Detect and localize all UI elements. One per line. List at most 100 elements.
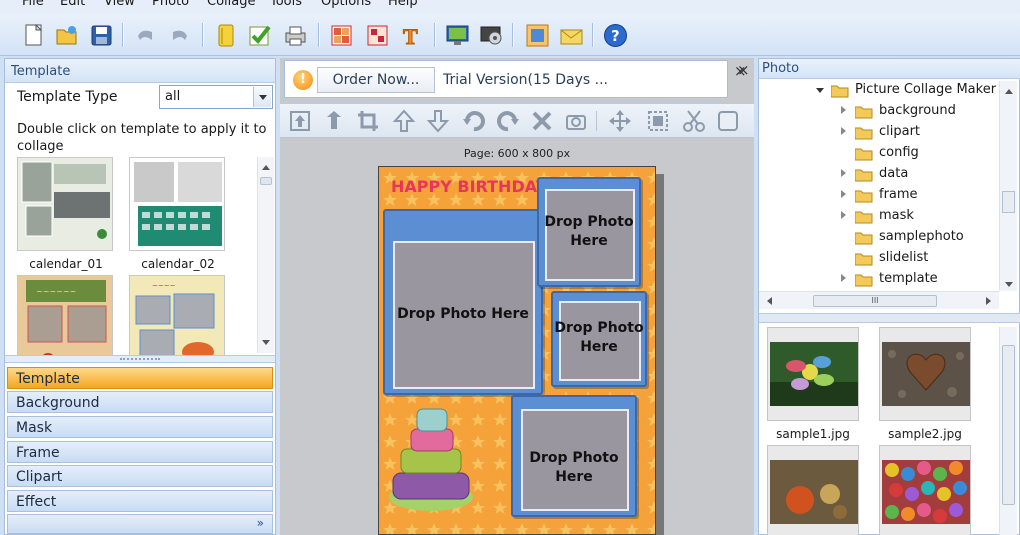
scroll-right-icon[interactable] bbox=[986, 297, 995, 305]
template-thumb-calendar-01[interactable] bbox=[17, 157, 113, 251]
monitor-icon[interactable] bbox=[444, 22, 471, 49]
notebook-icon[interactable] bbox=[212, 22, 239, 49]
scroll-up-icon[interactable] bbox=[262, 161, 270, 170]
photo-panel-splitter[interactable] bbox=[759, 313, 1020, 323]
category-mask[interactable]: Mask bbox=[7, 416, 273, 438]
template-type-label: Template Type bbox=[17, 89, 118, 105]
menu-file[interactable]: File bbox=[22, 0, 44, 9]
new-icon[interactable] bbox=[20, 22, 47, 49]
scroll-thumb[interactable] bbox=[260, 177, 272, 185]
scroll-thumb[interactable] bbox=[1002, 191, 1015, 213]
expand-icon[interactable] bbox=[841, 106, 850, 114]
photo-frame-3[interactable]: Drop Photo Here bbox=[551, 291, 647, 387]
category-clipart[interactable]: Clipart bbox=[7, 465, 273, 487]
cut-icon[interactable] bbox=[682, 109, 706, 133]
folder-tree: Picture Collage Maker background clipart… bbox=[759, 81, 999, 291]
frame-layout-icon[interactable] bbox=[364, 22, 391, 49]
drop-photo-label: Drop Photo Here bbox=[544, 214, 634, 249]
edit-toolbar bbox=[280, 104, 754, 138]
close-panel-icon[interactable]: × bbox=[737, 61, 750, 79]
menu-help[interactable]: Help bbox=[388, 0, 418, 9]
menu-options[interactable]: Options bbox=[321, 0, 371, 9]
select-grid-icon[interactable] bbox=[646, 109, 670, 133]
photo-thumb-sample4[interactable] bbox=[879, 445, 971, 535]
folder-icon bbox=[855, 127, 873, 140]
camera-icon[interactable] bbox=[564, 109, 588, 133]
panel-splitter[interactable] bbox=[5, 355, 275, 363]
template-type-select[interactable]: all bbox=[159, 85, 273, 109]
undo-icon[interactable] bbox=[132, 22, 159, 49]
folder-icon bbox=[855, 190, 873, 203]
template-thumb-calendar-02[interactable] bbox=[129, 157, 225, 251]
expand-icon[interactable] bbox=[841, 127, 850, 135]
mail-icon[interactable] bbox=[558, 22, 585, 49]
delete-icon[interactable] bbox=[530, 109, 554, 133]
expand-icon[interactable] bbox=[841, 190, 850, 198]
save-icon[interactable] bbox=[88, 22, 115, 49]
pan-icon[interactable] bbox=[322, 109, 346, 133]
photo-scrollbar[interactable] bbox=[999, 327, 1017, 535]
category-frame[interactable]: Frame bbox=[7, 441, 273, 463]
menu-collage[interactable]: Collage bbox=[207, 0, 255, 9]
bring-to-front-icon[interactable] bbox=[288, 109, 312, 133]
expand-categories-button[interactable]: » bbox=[257, 516, 264, 530]
template-scrollbar[interactable] bbox=[257, 157, 274, 353]
text-icon[interactable]: T bbox=[398, 22, 425, 50]
scroll-left-icon[interactable] bbox=[763, 297, 772, 305]
drop-photo-label: Drop Photo Here bbox=[397, 306, 529, 322]
menu-view[interactable]: View bbox=[104, 0, 135, 9]
scroll-down-icon[interactable] bbox=[262, 340, 270, 349]
help-icon[interactable]: ? bbox=[602, 22, 629, 49]
crop-icon[interactable] bbox=[356, 109, 380, 133]
photo-frame-4[interactable]: Drop Photo Here bbox=[511, 395, 637, 517]
collage-canvas[interactable]: HAPPY BIRTHDAY Drop Photo Here Drop Phot… bbox=[378, 166, 656, 535]
blank-page-icon[interactable] bbox=[716, 109, 740, 133]
photo-label: sample2.jpg bbox=[888, 427, 962, 441]
move-up-icon[interactable] bbox=[392, 109, 416, 133]
photo-panel: Photo × Picture Collage Maker background… bbox=[737, 58, 1020, 535]
menu-tools[interactable]: Tools bbox=[270, 0, 302, 9]
category-template[interactable]: Template bbox=[7, 367, 273, 389]
chevron-down-icon[interactable] bbox=[253, 87, 271, 107]
menu-edit[interactable]: Edit bbox=[60, 0, 85, 9]
photo-frame-1[interactable]: Drop Photo Here bbox=[383, 209, 543, 395]
photo-thumb-sample1[interactable] bbox=[767, 327, 859, 421]
move-all-icon[interactable] bbox=[608, 109, 632, 133]
scroll-down-icon[interactable] bbox=[1005, 282, 1013, 291]
check-icon[interactable] bbox=[246, 22, 273, 49]
settings-monitor-icon[interactable] bbox=[478, 22, 505, 49]
move-down-icon[interactable] bbox=[426, 109, 450, 133]
expand-icon[interactable] bbox=[841, 169, 850, 177]
menu-photo[interactable]: Photo bbox=[152, 0, 189, 9]
redo-icon[interactable] bbox=[166, 22, 193, 49]
picture-frame-icon[interactable] bbox=[524, 22, 551, 49]
photo-thumb-sample3[interactable] bbox=[767, 445, 859, 535]
scroll-thumb[interactable] bbox=[1002, 345, 1015, 505]
template-thumb-birthday[interactable]: ~~~~ bbox=[129, 275, 225, 357]
category-background[interactable]: Background bbox=[7, 391, 273, 413]
photo-frame-2[interactable]: Drop Photo Here bbox=[537, 177, 641, 287]
layout-grid-icon[interactable] bbox=[328, 22, 355, 49]
photo-thumb-sample2[interactable] bbox=[879, 327, 971, 421]
open-icon[interactable] bbox=[54, 22, 81, 49]
print-icon[interactable] bbox=[282, 22, 309, 49]
rotate-left-icon[interactable] bbox=[462, 109, 486, 133]
category-effect[interactable]: Effect bbox=[7, 490, 273, 512]
scroll-up-icon[interactable] bbox=[1005, 85, 1013, 94]
tree-vertical-scrollbar[interactable] bbox=[999, 81, 1017, 291]
template-thumbnails: calendar_01 calendar_02 ~~~~~~ ~~~~ bbox=[5, 157, 257, 357]
folder-icon bbox=[855, 106, 873, 119]
template-thumb-christmas[interactable]: ~~~~~~ bbox=[17, 275, 113, 357]
collapse-icon[interactable] bbox=[816, 88, 824, 97]
expand-icon[interactable] bbox=[841, 274, 850, 282]
rotate-right-icon[interactable] bbox=[496, 109, 520, 133]
svg-text:~~~~: ~~~~ bbox=[152, 282, 176, 290]
scroll-thumb[interactable]: III bbox=[813, 295, 937, 307]
folder-icon bbox=[855, 169, 873, 182]
order-now-button[interactable]: Order Now... bbox=[317, 67, 435, 93]
expand-icon[interactable] bbox=[841, 211, 850, 219]
tree-horizontal-scrollbar[interactable]: III bbox=[759, 291, 999, 309]
drop-photo-label: Drop Photo Here bbox=[554, 320, 644, 355]
template-panel-header: Template bbox=[5, 59, 275, 83]
trial-version-text: Trial Version(15 Days ... bbox=[443, 72, 609, 88]
